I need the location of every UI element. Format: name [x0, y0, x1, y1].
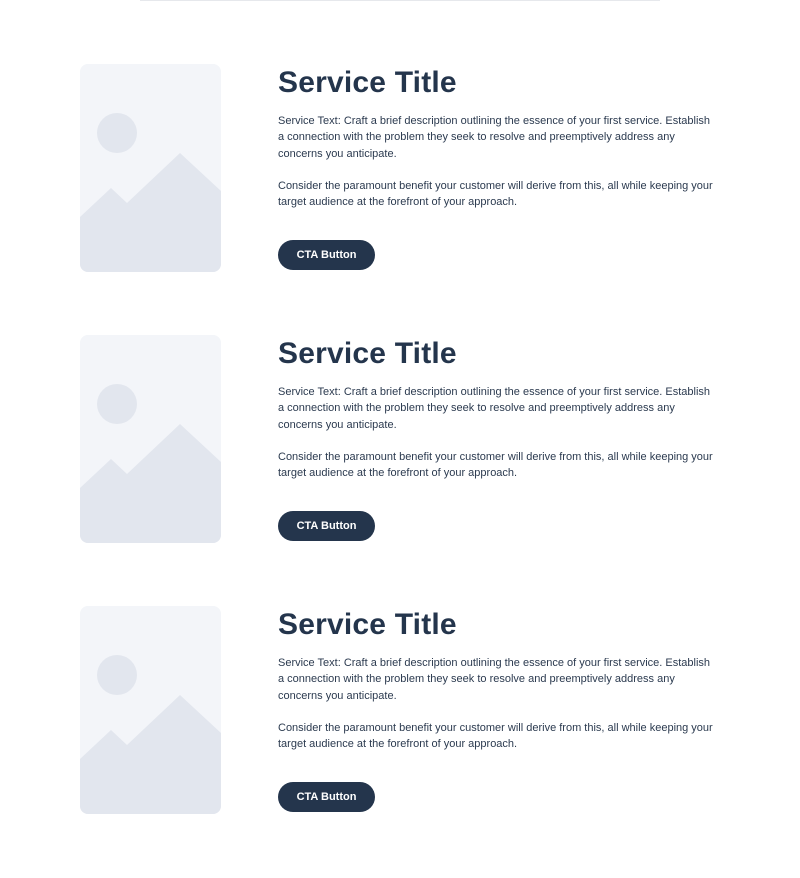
service-description: Service Text: Craft a brief description … [278, 386, 711, 431]
service-benefit-text: Consider the paramount benefit your cust… [278, 450, 713, 480]
service-benefit-text: Consider the paramount benefit your cust… [278, 179, 713, 209]
service-benefit-text: Consider the paramount benefit your cust… [278, 721, 713, 751]
service-title: Service Title [278, 608, 457, 641]
image-placeholder-icon [80, 606, 221, 814]
cta-button[interactable]: CTA Button [278, 782, 375, 812]
service-description: Service Text: Craft a brief description … [278, 657, 711, 702]
image-placeholder-icon [80, 64, 221, 272]
top-divider [140, 0, 660, 1]
service-block-3: Service Title Service Text: Craft a brie… [80, 605, 720, 815]
cta-button[interactable]: CTA Button [278, 240, 375, 270]
service-block-1: Service Title Service Text: Craft a brie… [80, 63, 720, 273]
service-content: Service Title Service Text: Craft a brie… [278, 63, 720, 210]
service-title: Service Title [278, 337, 457, 370]
image-placeholder-icon [80, 335, 221, 543]
service-title: Service Title [278, 66, 457, 99]
service-description: Service Text: Craft a brief description … [278, 115, 711, 160]
service-content: Service Title Service Text: Craft a brie… [278, 605, 720, 752]
service-block-2: Service Title Service Text: Craft a brie… [80, 334, 720, 544]
cta-button[interactable]: CTA Button [278, 511, 375, 541]
service-content: Service Title Service Text: Craft a brie… [278, 334, 720, 481]
